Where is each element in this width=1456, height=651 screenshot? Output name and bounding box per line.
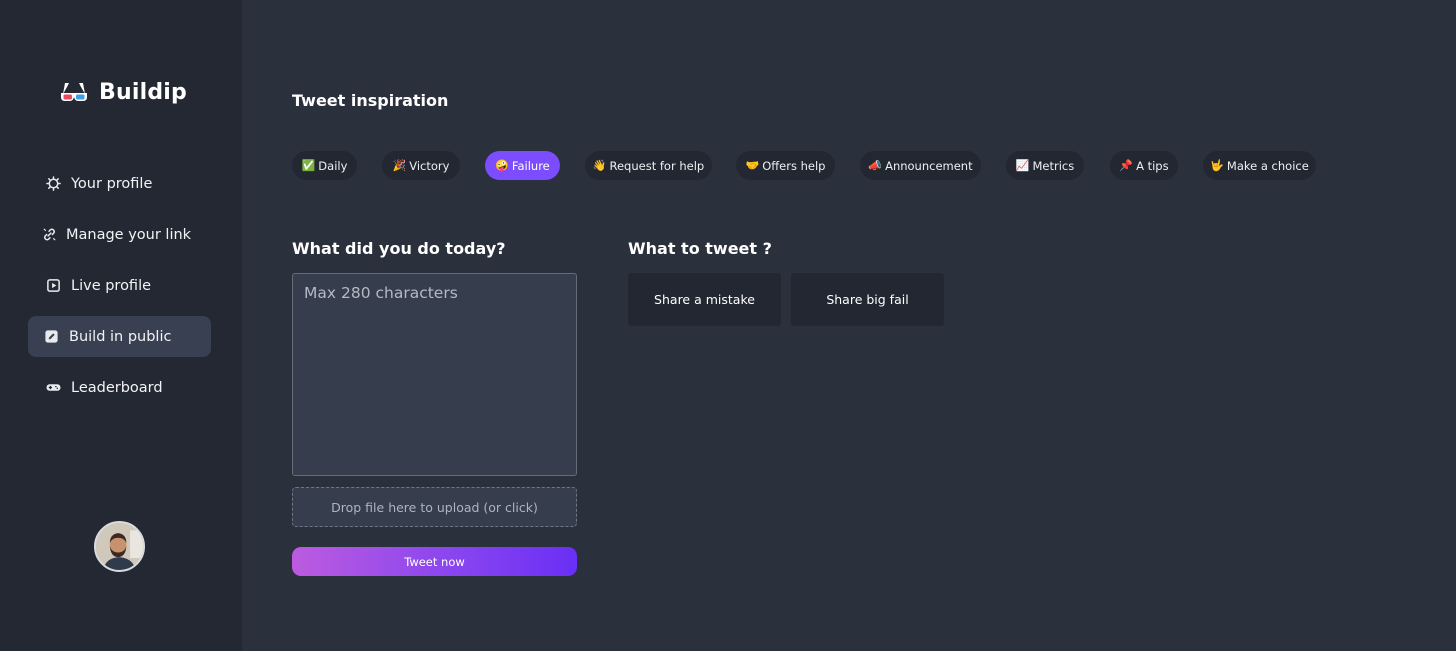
file-dropzone[interactable]: Drop file here to upload (or click) — [292, 487, 577, 527]
handshake-emoji-icon: 🤝 — [745, 159, 760, 172]
chip-label: Announcement — [885, 158, 973, 173]
chip-daily[interactable]: ✅ Daily — [292, 151, 357, 180]
chip-label: Failure — [511, 158, 550, 173]
gear-icon — [45, 176, 61, 192]
chip-failure[interactable]: 🤪 Failure — [485, 151, 560, 180]
chip-label: Offers help — [762, 158, 826, 173]
chip-victory[interactable]: 🎉 Victory — [382, 151, 460, 180]
what-to-tweet-title: What to tweet ? — [628, 239, 772, 258]
sidebar: Buildip Your profile Manage your link Li… — [0, 0, 242, 651]
tweet-text-input[interactable] — [292, 273, 577, 476]
chip-a-tips[interactable]: 📌 A tips — [1110, 151, 1178, 180]
tweet-now-button[interactable]: Tweet now — [292, 547, 577, 576]
chip-metrics[interactable]: 📈 Metrics — [1006, 151, 1084, 180]
sidebar-item-label: Manage your link — [66, 226, 192, 243]
love-you-gesture-emoji-icon: 🤟 — [1210, 159, 1224, 172]
chip-offers-help[interactable]: 🤝 Offers help — [736, 151, 835, 180]
pushpin-emoji-icon: 📌 — [1119, 159, 1134, 172]
chip-label: A tips — [1136, 158, 1169, 173]
brand-name: Buildip — [99, 79, 187, 105]
waving-hand-emoji-icon: 👋 — [592, 159, 607, 172]
zany-face-emoji-icon: 🤪 — [495, 159, 509, 172]
brand-logo[interactable]: Buildip — [59, 78, 187, 106]
sidebar-nav: Your profile Manage your link Live profi… — [28, 163, 211, 418]
suggestion-share-big-fail[interactable]: Share big fail — [791, 273, 944, 326]
chip-label: Request for help — [609, 158, 705, 173]
sidebar-item-your-profile[interactable]: Your profile — [28, 163, 211, 204]
play-icon — [45, 278, 61, 294]
sidebar-item-leaderboard[interactable]: Leaderboard — [28, 367, 211, 408]
sidebar-item-live-profile[interactable]: Live profile — [28, 265, 211, 306]
chip-label: Make a choice — [1226, 158, 1309, 173]
check-emoji-icon: ✅ — [301, 159, 316, 172]
avatar-image — [96, 523, 143, 570]
avatar[interactable] — [94, 521, 145, 572]
party-emoji-icon: 🎉 — [392, 159, 407, 172]
link-icon — [41, 227, 57, 243]
3d-glasses-icon — [61, 83, 87, 101]
chip-request-for-help[interactable]: 👋 Request for help — [585, 151, 712, 180]
suggestion-share-mistake[interactable]: Share a mistake — [628, 273, 781, 326]
chart-increasing-emoji-icon: 📈 — [1015, 159, 1030, 172]
chip-label: Metrics — [1032, 158, 1075, 173]
sidebar-item-label: Live profile — [71, 277, 152, 294]
sidebar-item-build-in-public[interactable]: Build in public — [28, 316, 211, 357]
gamepad-icon — [45, 380, 61, 396]
chip-make-a-choice[interactable]: 🤟 Make a choice — [1203, 151, 1316, 180]
chip-announcement[interactable]: 📣 Announcement — [860, 151, 981, 180]
sidebar-item-label: Your profile — [71, 175, 153, 192]
tweet-inspiration-title: Tweet inspiration — [292, 91, 449, 110]
sidebar-item-label: Build in public — [69, 328, 172, 345]
sidebar-item-manage-link[interactable]: Manage your link — [28, 214, 211, 255]
megaphone-emoji-icon: 📣 — [868, 159, 883, 172]
edit-icon — [43, 329, 59, 345]
compose-title: What did you do today? — [292, 239, 506, 258]
sidebar-item-label: Leaderboard — [71, 379, 163, 396]
chip-label: Victory — [409, 158, 450, 173]
chip-label: Daily — [318, 158, 348, 173]
